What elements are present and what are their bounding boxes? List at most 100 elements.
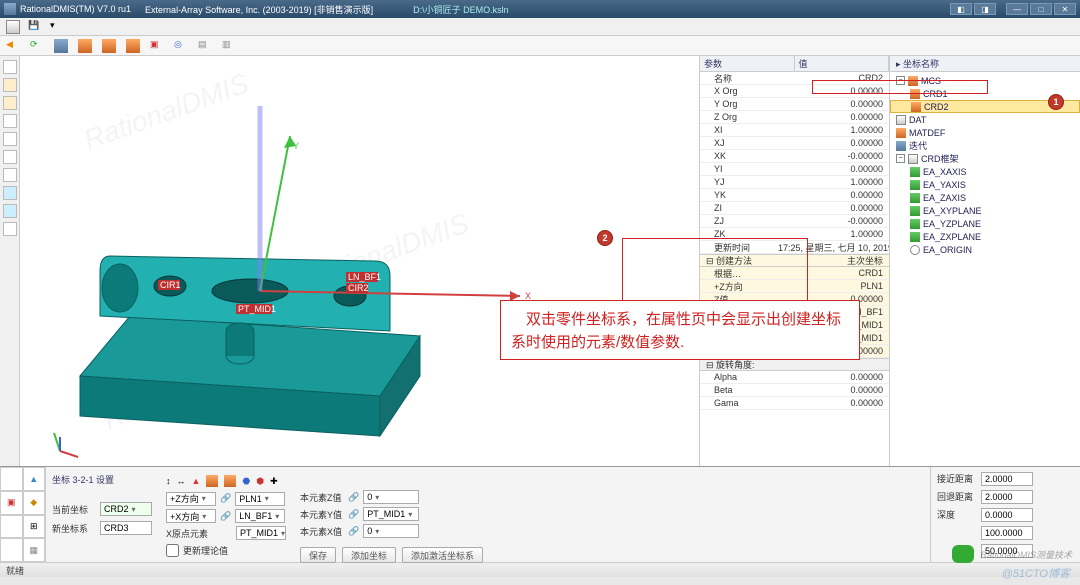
btab-1[interactable] [0,467,23,491]
inp-yval[interactable]: PT_MID1 [363,507,419,521]
prop-row[interactable]: Beta0.00000 [700,384,889,397]
minimize-button[interactable]: — [1006,3,1028,15]
prop-row[interactable]: ZJ-0.00000 [700,215,889,228]
tool-cube-icon[interactable] [54,39,68,53]
tree-xaxis[interactable]: EA_XAXIS [890,165,1080,178]
prop-row[interactable]: Y Org0.00000 [700,98,889,111]
prop-row[interactable]: Alpha0.00000 [700,371,889,384]
vtool-5[interactable] [3,132,17,146]
prop-row[interactable]: 更新时间17:25, 星期三, 七月 10, 2019 [700,241,889,254]
btool-1[interactable]: ↕ [166,476,171,486]
btn-save[interactable]: 保存 [300,547,336,563]
tree-dat[interactable]: DAT [890,113,1080,126]
btab-5[interactable] [0,515,23,539]
tool-back-icon[interactable]: ◀ [6,39,20,53]
tool-misc2-icon[interactable]: ◎ [174,39,188,53]
3d-viewport[interactable]: RationalDMIS RationalDMIS RationalDMIS X… [20,56,700,466]
inp-curr[interactable]: CRD2 [100,502,152,516]
prop-row[interactable]: Gama0.00000 [700,397,889,410]
tool-axis1-icon[interactable] [78,39,92,53]
properties-panel: 参数 值 名称CRD2X Org0.00000Y Org0.00000Z Org… [700,56,890,466]
vtool-9[interactable] [3,204,17,218]
btn-activate[interactable]: 添加激活坐标系 [402,547,483,563]
props-body[interactable]: 名称CRD2X Org0.00000Y Org0.00000Z Org0.000… [700,72,889,466]
tool-misc1-icon[interactable]: ▣ [150,39,164,53]
tool-misc3-icon[interactable]: ▤ [198,39,212,53]
btab-6[interactable]: ⊞ [23,515,46,539]
tree-zxplane[interactable]: EA_ZXPLANE [890,230,1080,243]
prop-row[interactable]: XK-0.00000 [700,150,889,163]
inp-xval[interactable]: 0 [363,524,419,538]
btool-5[interactable] [224,475,236,487]
prop-row[interactable]: ZI0.00000 [700,202,889,215]
inp-zdir-l[interactable]: +Z方向 [166,492,216,506]
prop-row[interactable]: XI1.00000 [700,124,889,137]
inp-r4[interactable]: 100.0000 [981,526,1033,540]
btab-7[interactable] [0,538,23,562]
prop-row[interactable]: YJ1.00000 [700,176,889,189]
inp-new[interactable]: CRD3 [100,521,152,535]
tree-body[interactable]: −MCS CRD1 CRD2 DAT MATDEF 迭代 −CRD框架 EA_X… [890,72,1080,466]
vtool-7[interactable] [3,168,17,182]
btab-2[interactable]: ▲ [23,467,46,491]
tool-axis2-icon[interactable] [102,39,116,53]
aux-button-1[interactable]: ◧ [950,3,972,15]
prop-row[interactable]: 名称CRD2 [700,72,889,85]
tool-misc4-icon[interactable]: ▥ [222,39,236,53]
aux-button-2[interactable]: ◨ [974,3,996,15]
lbl-ptmid: PT_MID1 [238,304,276,314]
tree-matdef[interactable]: MATDEF [890,126,1080,139]
prop-row[interactable]: ZK1.00000 [700,228,889,241]
prop-row[interactable]: YI0.00000 [700,163,889,176]
menu-file-icon[interactable] [6,20,20,34]
maximize-button[interactable]: □ [1030,3,1052,15]
prop-row[interactable]: +Z方向PLN1 [700,280,889,293]
btn-add[interactable]: 添加坐标 [342,547,396,563]
vtool-8[interactable] [3,186,17,200]
prop-row[interactable]: X Org0.00000 [700,85,889,98]
btool-4[interactable] [206,475,218,487]
tree-frame[interactable]: −CRD框架 [890,152,1080,165]
tree-xyplane[interactable]: EA_XYPLANE [890,204,1080,217]
close-button[interactable]: ✕ [1054,3,1076,15]
inp-retract[interactable]: 2.0000 [981,490,1033,504]
tree-origin[interactable]: EA_ORIGIN [890,243,1080,256]
vtool-1[interactable] [3,60,17,74]
tree-zaxis[interactable]: EA_ZAXIS [890,191,1080,204]
btab-3[interactable]: ▣ [0,491,23,515]
tree-yzplane[interactable]: EA_YZPLANE [890,217,1080,230]
vtool-2[interactable] [3,78,17,92]
vtool-4[interactable] [3,114,17,128]
inp-zval[interactable]: 0 [363,490,419,504]
vtool-3[interactable] [3,96,17,110]
inp-xdir-l[interactable]: +X方向 [166,509,216,523]
lbl-yval: 本元素Y值 [300,508,344,521]
chk-update[interactable] [166,544,179,557]
prop-row[interactable]: YK0.00000 [700,189,889,202]
tree-iter[interactable]: 迭代 [890,139,1080,152]
inp-xorg-v[interactable]: PT_MID1 [236,526,286,540]
inp-depth[interactable]: 0.0000 [981,508,1033,522]
tree-yaxis[interactable]: EA_YAXIS [890,178,1080,191]
btab-8[interactable]: ▦ [23,538,46,562]
inp-xdir-v[interactable]: LN_BF1 [235,509,285,523]
vtool-6[interactable] [3,150,17,164]
btool-8[interactable]: ✚ [270,476,278,487]
btool-2[interactable]: ↔ [177,476,186,486]
tool-axis3-icon[interactable] [126,39,140,53]
menu-dropdown-icon[interactable]: ▾ [50,20,64,34]
menu-save-icon[interactable]: 💾 [28,20,42,34]
inp-approach[interactable]: 2.0000 [981,472,1033,486]
inp-zdir-v[interactable]: PLN1 [235,492,285,506]
prop-section[interactable]: ⊟ 创建方法主次坐标 [700,254,889,267]
prop-row[interactable]: Z Org0.00000 [700,111,889,124]
prop-row[interactable]: XJ0.00000 [700,137,889,150]
btool-6[interactable]: ⬣ [242,476,250,487]
btool-7[interactable]: ⬢ [256,476,264,487]
btab-4[interactable]: ◆ [23,491,46,515]
prop-row[interactable]: 根据…CRD1 [700,267,889,280]
btool-3[interactable]: ▲ [192,476,201,486]
vtool-10[interactable] [3,222,17,236]
tool-refresh-icon[interactable]: ⟳ [30,39,44,53]
tree-mcs[interactable]: −MCS [890,74,1080,87]
